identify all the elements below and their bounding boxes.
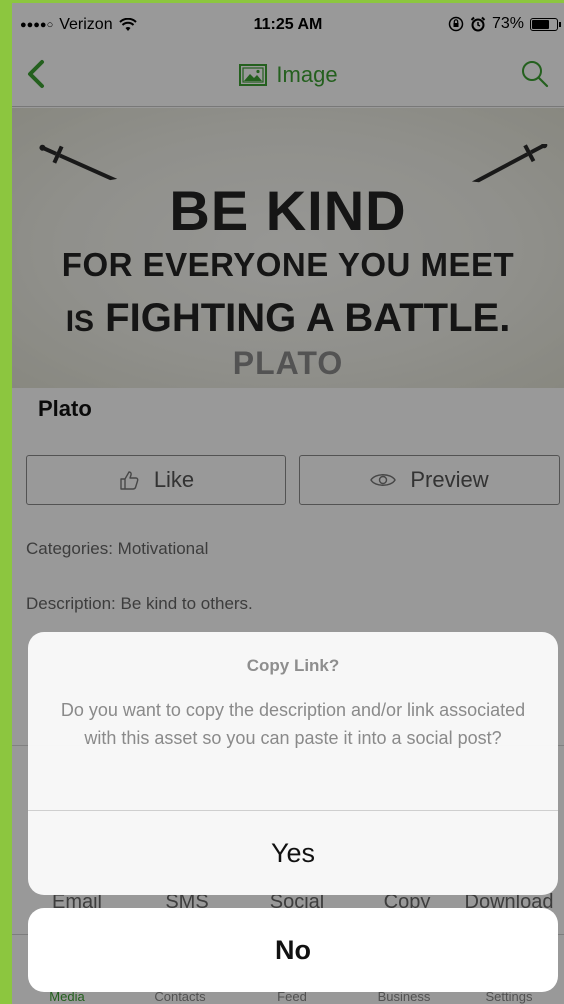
frame-border-top <box>0 0 564 3</box>
no-button[interactable]: No <box>28 908 558 992</box>
dialog-message: Do you want to copy the description and/… <box>60 700 526 748</box>
yes-button[interactable]: Yes <box>28 811 558 895</box>
dialog-title: Copy Link? <box>246 656 340 675</box>
copy-link-dialog: Copy Link? Do you want to copy the descr… <box>28 632 558 895</box>
frame-border-left <box>0 0 12 1004</box>
app-screen: ●●●●○ Verizon 11:25 AM 73% Image BE KIND… <box>0 0 564 1004</box>
